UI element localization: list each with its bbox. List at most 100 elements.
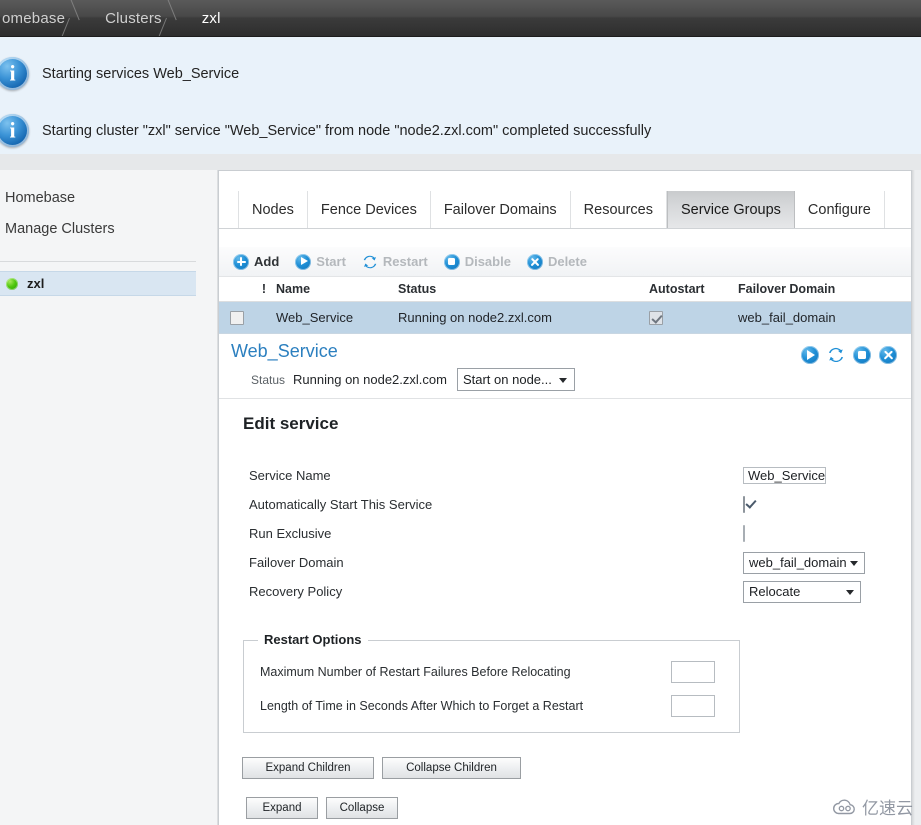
- start-button[interactable]: Start: [295, 253, 346, 270]
- sidebar-item-homebase[interactable]: Homebase: [0, 183, 218, 213]
- sidebar: [0, 170, 218, 825]
- breadcrumb-item-clusters[interactable]: Clusters: [91, 0, 188, 36]
- row-name-cell[interactable]: Web_Service: [273, 310, 398, 325]
- recovery-policy-label: Recovery Policy: [249, 584, 343, 599]
- panel-shadow: [912, 170, 915, 825]
- service-name-input[interactable]: Web_Service: [743, 466, 827, 484]
- add-button[interactable]: Add: [233, 253, 280, 270]
- service-action-icons: [801, 346, 897, 364]
- service-name-label: Service Name: [249, 468, 331, 483]
- disable-service-icon[interactable]: [853, 346, 871, 364]
- row-autostart-checkbox[interactable]: [649, 310, 663, 325]
- row-select-cell: [219, 310, 255, 325]
- message-row: Starting services Web_Service: [0, 45, 921, 102]
- chevron-down-icon: [558, 378, 567, 383]
- start-on-node-value: Start on node...: [462, 372, 552, 387]
- auto-start-checkbox[interactable]: [743, 496, 745, 513]
- run-exclusive-label: Run Exclusive: [249, 526, 332, 541]
- info-icon: [0, 57, 29, 90]
- table-header: ! Name Status Autostart Failover Domain: [219, 277, 911, 302]
- table-header-name: Name: [276, 282, 311, 296]
- restart-options-row-max-failures: Maximum Number of Restart Failures Befor…: [260, 661, 725, 683]
- collapse-children-button[interactable]: Collapse Children: [382, 757, 521, 779]
- max-restart-failures-label: Maximum Number of Restart Failures Befor…: [260, 665, 571, 679]
- restart-options-fieldset: Restart Options Maximum Number of Restar…: [243, 632, 740, 733]
- action-toolbar: Add Start Restart Disable Delete: [219, 247, 911, 277]
- breadcrumb-separator-icon: [162, 0, 182, 36]
- sidebar-cluster-label: zxl: [27, 276, 45, 291]
- plus-circle-icon: [233, 253, 249, 270]
- status-dot-icon: [6, 277, 18, 290]
- restart-button[interactable]: Restart: [362, 254, 428, 270]
- service-status-value: Running on node2.zxl.com: [293, 372, 447, 387]
- max-restart-failures-input[interactable]: [671, 661, 715, 683]
- disable-button[interactable]: Disable: [443, 253, 511, 270]
- play-circle-icon: [295, 253, 312, 270]
- sidebar-item-manage-clusters[interactable]: Manage Clusters: [0, 214, 218, 244]
- tab-service-groups[interactable]: Service Groups: [666, 191, 795, 228]
- start-on-node-select[interactable]: Start on node...: [456, 368, 575, 391]
- form-row-recovery-policy: Recovery Policy Relocate: [219, 577, 911, 606]
- sidebar-item-label: Homebase: [5, 190, 76, 206]
- breadcrumb-item-homebase[interactable]: omebase: [0, 0, 91, 36]
- close-circle-icon: [526, 253, 543, 270]
- failover-domain-select[interactable]: web_fail_domain: [743, 551, 865, 574]
- tab-failover-domains[interactable]: Failover Domains: [431, 191, 571, 228]
- collapse-button[interactable]: Collapse: [326, 797, 398, 819]
- breadcrumb-separator-icon: [65, 0, 85, 36]
- tab-label: Nodes: [252, 201, 294, 218]
- breadcrumb-label: Clusters: [105, 9, 162, 27]
- watermark: 亿速云: [832, 794, 913, 819]
- restart-options-row-forget-time: Length of Time in Seconds After Which to…: [260, 695, 725, 717]
- breadcrumb-item-zxl[interactable]: zxl: [188, 0, 247, 36]
- row-failover-domain-cell: web_fail_domain: [738, 310, 836, 325]
- breadcrumb-label: omebase: [2, 9, 66, 27]
- table-row[interactable]: Web_Service Running on node2.zxl.com web…: [219, 302, 911, 334]
- row-status-cell: Running on node2.zxl.com: [398, 310, 552, 325]
- form-row-service-name: Service Name Web_Service: [219, 461, 911, 490]
- service-title: Web_Service: [231, 341, 338, 361]
- delete-button-label: Delete: [547, 254, 587, 269]
- failover-domain-label: Failover Domain: [249, 555, 344, 570]
- app-root: omebase Clusters zxl Starting services W…: [0, 0, 921, 825]
- row-select-checkbox[interactable]: [230, 310, 244, 325]
- add-button-label: Add: [254, 254, 280, 269]
- restart-options-legend: Restart Options: [258, 632, 368, 647]
- tab-resources[interactable]: Resources: [571, 191, 667, 228]
- restart-service-icon[interactable]: [827, 346, 845, 364]
- tab-nodes[interactable]: Nodes: [238, 191, 308, 228]
- children-button-row: Expand Children Collapse Children: [242, 757, 521, 779]
- row-autostart-cell: [648, 310, 738, 325]
- stop-circle-icon: [443, 253, 460, 270]
- tab-configure[interactable]: Configure: [795, 191, 885, 228]
- restart-arrows-icon: [362, 254, 378, 270]
- tab-label: Resources: [583, 201, 653, 218]
- breadcrumb-label: zxl: [201, 9, 221, 27]
- delete-service-icon[interactable]: [879, 346, 897, 364]
- message-text: Starting cluster "zxl" service "Web_Serv…: [42, 122, 652, 139]
- expand-children-button[interactable]: Expand Children: [242, 757, 374, 779]
- info-icon: [0, 114, 29, 147]
- table-header-status: Status: [398, 282, 437, 296]
- tab-label: Service Groups: [680, 201, 781, 218]
- table-header-alert: !: [261, 282, 267, 296]
- expand-button[interactable]: Expand: [246, 797, 318, 819]
- start-service-icon[interactable]: [801, 346, 819, 364]
- restart-button-label: Restart: [382, 254, 428, 269]
- service-status-row: Status Running on node2.zxl.com Start on…: [251, 368, 575, 391]
- breadcrumb: omebase Clusters zxl: [0, 0, 921, 37]
- message-text: Starting services Web_Service: [42, 65, 240, 82]
- tab-fence-devices[interactable]: Fence Devices: [308, 191, 431, 228]
- main-panel: Nodes Fence Devices Failover Domains Res…: [218, 170, 912, 825]
- tab-label: Configure: [807, 201, 871, 218]
- tree-button-row: Expand Collapse: [246, 797, 398, 819]
- table-header-failover-domain: Failover Domain: [738, 282, 836, 296]
- service-status-label: Status: [251, 372, 286, 387]
- recovery-policy-select[interactable]: Relocate: [743, 580, 861, 603]
- watermark-text: 亿速云: [862, 799, 913, 819]
- forget-restart-time-label: Length of Time in Seconds After Which to…: [260, 699, 584, 713]
- run-exclusive-checkbox[interactable]: [743, 525, 745, 542]
- forget-restart-time-input[interactable]: [671, 695, 715, 717]
- sidebar-item-cluster-zxl[interactable]: zxl: [0, 271, 196, 296]
- delete-button[interactable]: Delete: [526, 253, 587, 270]
